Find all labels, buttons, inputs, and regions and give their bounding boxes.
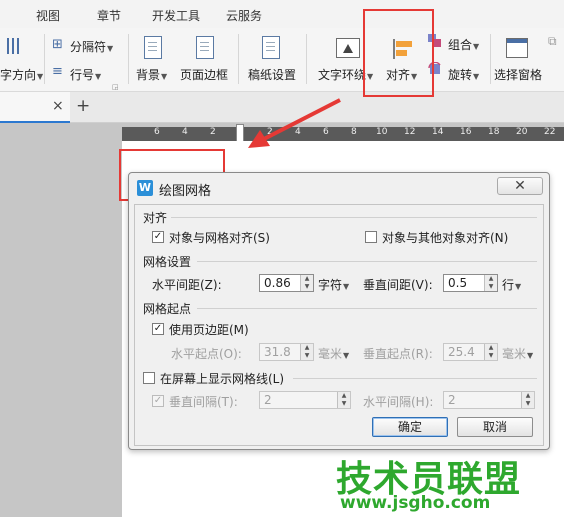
ruler-tick: 12 bbox=[404, 127, 416, 137]
wps-logo-icon: W bbox=[137, 180, 153, 196]
ruler-tick: 20 bbox=[516, 127, 528, 137]
annotation-arrow-icon bbox=[248, 98, 341, 148]
ruler-tick: 2 bbox=[210, 127, 216, 137]
selection-pane-button[interactable]: 选择窗格 bbox=[494, 66, 542, 83]
h-origin-label: 水平起点(O): bbox=[171, 347, 242, 361]
v-origin-input[interactable]: 25.4 ▲ ▼ bbox=[443, 343, 498, 361]
watermark-url: www.jsgho.com bbox=[340, 493, 491, 513]
spin-arrows-icon[interactable]: ▲ ▼ bbox=[484, 344, 497, 360]
section-divider bbox=[171, 217, 537, 218]
section-align-heading: 对齐 bbox=[143, 211, 168, 225]
spin-arrows-icon[interactable]: ▲ ▼ bbox=[337, 392, 350, 408]
page-border-icon bbox=[196, 36, 214, 59]
document-tab[interactable]: × bbox=[0, 92, 70, 123]
close-tab-icon[interactable]: × bbox=[52, 98, 64, 114]
v-origin-unit-dropdown[interactable]: 毫米▼ bbox=[502, 345, 533, 362]
v-origin-label: 垂直起点(R): bbox=[363, 347, 433, 361]
h-spacing-unit-dropdown[interactable]: 字符▼ bbox=[318, 276, 349, 293]
ribbon-toolbar: 字方向▼ ⊞ 分隔符▼ ≡ 行号▼ ◲ 背景▼ 页面边框 稿纸设置 文字环绕▼ … bbox=[0, 28, 564, 92]
group-button[interactable]: 组合▼ bbox=[448, 36, 479, 53]
rotate-button[interactable]: 旋转▼ bbox=[448, 66, 479, 83]
background-button[interactable]: 背景▼ bbox=[136, 66, 167, 83]
menu-section[interactable]: 章节 bbox=[97, 7, 121, 24]
dialog-close-button[interactable]: ✕ bbox=[497, 177, 543, 195]
section-grid-heading: 网格设置 bbox=[143, 255, 192, 269]
menu-cloud[interactable]: 云服务 bbox=[226, 7, 262, 24]
dialog-launcher-icon[interactable]: ◲ bbox=[112, 83, 119, 91]
spin-arrows-icon[interactable]: ▲ ▼ bbox=[300, 344, 313, 360]
ruler-tick: 4 bbox=[182, 127, 188, 137]
line-number-button[interactable]: 行号▼ bbox=[70, 66, 101, 83]
ruler-tick: 10 bbox=[376, 127, 388, 137]
ribbon-divider bbox=[44, 34, 45, 84]
line-number-icon: ≡ bbox=[52, 64, 63, 79]
spin-arrows-icon[interactable]: ▲ ▼ bbox=[300, 275, 313, 291]
selection-pane-icon bbox=[506, 38, 528, 58]
v-spacing-unit-dropdown[interactable]: 行▼ bbox=[502, 276, 521, 293]
ruler-tick: 8 bbox=[351, 127, 357, 137]
v-interval-label: 垂直间隔(T): bbox=[169, 395, 238, 409]
align-highlight-box bbox=[363, 9, 434, 97]
text-direction-icon bbox=[4, 36, 24, 56]
ruler-tick: 6 bbox=[154, 127, 160, 137]
dialog-title: 绘图网格 bbox=[159, 184, 212, 199]
text-wrap-icon bbox=[336, 38, 360, 58]
more-icon[interactable]: ⧉ bbox=[548, 34, 557, 49]
ruler-tick: 18 bbox=[488, 127, 500, 137]
text-direction-button[interactable]: 字方向▼ bbox=[0, 66, 43, 83]
page-border-button[interactable]: 页面边框 bbox=[180, 66, 228, 83]
h-origin-unit-dropdown[interactable]: 毫米▼ bbox=[318, 345, 349, 362]
snap-to-grid-label: 对象与网格对齐(S) bbox=[169, 231, 270, 245]
dialog-body: 对齐 ✓ 对象与网格对齐(S) 对象与其他对象对齐(N) 网格设置 水平间距(Z… bbox=[134, 204, 544, 446]
spin-arrows-icon[interactable]: ▲ ▼ bbox=[521, 392, 534, 408]
v-spacing-input[interactable]: 0.5 ▲ ▼ bbox=[443, 274, 498, 292]
v-interval-checkbox[interactable]: ✓ bbox=[152, 395, 164, 407]
separator-icon: ⊞ bbox=[52, 37, 63, 52]
v-spacing-label: 垂直间距(V): bbox=[363, 278, 433, 292]
show-gridlines-label: 在屏幕上显示网格线(L) bbox=[160, 372, 285, 386]
manuscript-settings-button[interactable]: 稿纸设置 bbox=[248, 66, 296, 83]
cancel-button[interactable]: 取消 bbox=[457, 417, 533, 437]
separator-button[interactable]: 分隔符▼ bbox=[70, 38, 113, 55]
ruler-tick: 16 bbox=[460, 127, 472, 137]
ribbon-divider bbox=[128, 34, 129, 84]
section-divider bbox=[293, 378, 537, 379]
ribbon-divider bbox=[306, 34, 307, 84]
h-interval-label: 水平间隔(H): bbox=[363, 395, 434, 409]
ruler-tick: 22 bbox=[544, 127, 556, 137]
use-margins-checkbox[interactable]: ✓ bbox=[152, 323, 164, 335]
v-interval-input[interactable]: 2 ▲ ▼ bbox=[259, 391, 351, 409]
background-icon bbox=[144, 36, 162, 59]
snap-to-objects-checkbox[interactable] bbox=[365, 231, 377, 243]
ok-button[interactable]: 确定 bbox=[372, 417, 448, 437]
ribbon-divider bbox=[490, 34, 491, 84]
new-tab-icon[interactable]: + bbox=[76, 96, 90, 116]
h-origin-input[interactable]: 31.8 ▲ ▼ bbox=[259, 343, 314, 361]
ruler-tick: 14 bbox=[432, 127, 444, 137]
snap-to-grid-checkbox[interactable]: ✓ bbox=[152, 231, 164, 243]
h-interval-input[interactable]: 2 ▲ ▼ bbox=[443, 391, 535, 409]
h-spacing-input[interactable]: 0.86 ▲ ▼ bbox=[259, 274, 314, 292]
ribbon-divider bbox=[238, 34, 239, 84]
section-origin-heading: 网格起点 bbox=[143, 302, 192, 316]
manuscript-icon bbox=[262, 36, 280, 59]
show-gridlines-checkbox[interactable] bbox=[143, 372, 155, 384]
drawing-grid-dialog: W 绘图网格 ✕ 对齐 ✓ 对象与网格对齐(S) 对象与其他对象对齐(N) 网格… bbox=[128, 172, 550, 450]
use-margins-label: 使用页边距(M) bbox=[169, 323, 249, 337]
h-spacing-label: 水平间距(Z): bbox=[152, 278, 222, 292]
snap-to-objects-label: 对象与其他对象对齐(N) bbox=[382, 231, 509, 245]
menu-view[interactable]: 视图 bbox=[36, 7, 60, 24]
section-divider bbox=[197, 261, 537, 262]
section-divider bbox=[197, 308, 537, 309]
menu-developer[interactable]: 开发工具 bbox=[152, 7, 200, 24]
menu-bar: 视图 章节 开发工具 云服务 bbox=[0, 0, 564, 28]
spin-arrows-icon[interactable]: ▲ ▼ bbox=[484, 275, 497, 291]
